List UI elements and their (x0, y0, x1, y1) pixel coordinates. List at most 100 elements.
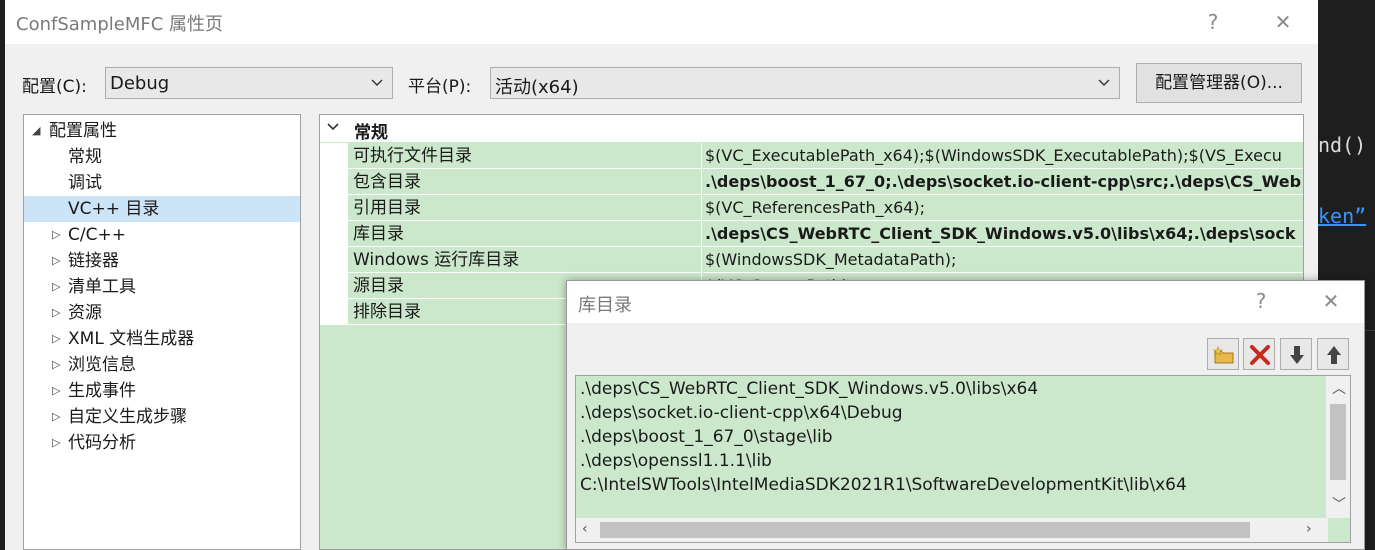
dialog-title: ConfSampleMFC 属性页 (16, 14, 223, 35)
tree-node-label: 配置属性 (49, 121, 117, 141)
category-label: 常规 (354, 123, 388, 143)
platform-label: 平台(P): (408, 77, 472, 97)
property-value[interactable]: $(VC_ExecutablePath_x64);$(WindowsSDK_Ex… (703, 143, 1303, 169)
row-gutter (320, 273, 348, 299)
dialog-titlebar: ConfSampleMFC 属性页 ? ✕ (5, 0, 1318, 44)
property-name: 引用目录 (348, 195, 702, 221)
row-gutter (320, 143, 348, 169)
property-name: Windows 运行库目录 (348, 247, 702, 273)
property-name: 包含目录 (348, 169, 702, 195)
row-gutter (320, 247, 348, 273)
list-item[interactable]: .\deps\boost_1_67_0\stage\lib (580, 427, 833, 447)
list-item[interactable]: C:\IntelSWTools\IntelMediaSDK2021R1\Soft… (580, 475, 1187, 495)
scroll-thumb[interactable] (1330, 404, 1346, 480)
tree-node-label: 代码分析 (68, 433, 136, 453)
property-value[interactable]: $(WindowsSDK_MetadataPath); (703, 247, 1303, 273)
tree-node[interactable]: ▷ XML 文档生成器 (24, 326, 300, 352)
collapsed-triangle-icon[interactable]: ▷ (52, 326, 60, 352)
tree-node-label: C/C++ (68, 225, 126, 245)
config-combo[interactable]: Debug (105, 67, 393, 99)
platform-combo[interactable]: 活动(x64) (490, 67, 1120, 99)
library-directories-dialog: 库目录 ? ✕ .\deps\CS_WebRTC_Client_SDK_Wind… (566, 280, 1365, 550)
tree-node[interactable]: 常规 (24, 144, 300, 170)
tree-node[interactable]: 调试 (24, 170, 300, 196)
code-line-link: ken” (1318, 204, 1367, 228)
tree-node-label: 自定义生成步骤 (68, 407, 187, 427)
delete-line-button[interactable] (1243, 338, 1275, 370)
tree-node-label: 资源 (68, 303, 102, 323)
collapsed-triangle-icon[interactable]: ▷ (52, 300, 60, 326)
config-manager-button[interactable]: 配置管理器(O)... (1136, 63, 1302, 103)
collapsed-triangle-icon[interactable]: ▷ (52, 378, 60, 404)
move-down-button[interactable] (1280, 338, 1312, 370)
category-row[interactable]: 常规 (320, 115, 1303, 143)
arrow-up-icon (1327, 346, 1341, 364)
help-button[interactable]: ? (1198, 8, 1228, 36)
config-label: 配置(C): (22, 77, 87, 97)
chevron-down-icon (371, 79, 383, 86)
new-folder-icon (1213, 346, 1234, 364)
arrow-down-icon (1290, 346, 1304, 364)
tree-node-label: 生成事件 (68, 381, 136, 401)
property-row[interactable]: Windows 运行库目录 $(WindowsSDK_MetadataPath); (320, 247, 1303, 273)
scroll-thumb[interactable] (600, 522, 1250, 538)
tree-node-label: 常规 (68, 147, 102, 167)
subdialog-titlebar: 库目录 ? ✕ (567, 281, 1364, 323)
collapsed-triangle-icon[interactable]: ▷ (52, 274, 60, 300)
tree-node[interactable]: ▷ 资源 (24, 300, 300, 326)
subdialog-help-button[interactable]: ? (1246, 287, 1276, 315)
row-gutter (320, 299, 348, 325)
expanded-triangle-icon: ◢ (32, 124, 41, 137)
collapsed-triangle-icon[interactable]: ▷ (52, 430, 60, 456)
tree-node-label: 浏览信息 (68, 355, 136, 375)
tree-node-label: 链接器 (68, 251, 119, 271)
list-item[interactable]: .\deps\socket.io-client-cpp\x64\Debug (580, 403, 903, 423)
property-value[interactable]: .\deps\boost_1_67_0;.\deps\socket.io-cli… (703, 169, 1303, 195)
collapsed-triangle-icon[interactable]: ▷ (52, 404, 60, 430)
close-button[interactable]: ✕ (1268, 8, 1298, 36)
subdialog-title: 库目录 (578, 295, 632, 316)
property-row[interactable]: 库目录 .\deps\CS_WebRTC_Client_SDK_Windows.v… (320, 221, 1303, 247)
tree-node-label: 清单工具 (68, 277, 136, 297)
tree-node-label: 调试 (68, 173, 102, 193)
tree-node[interactable]: ▷ 浏览信息 (24, 352, 300, 378)
tree-root-node[interactable]: ◢ 配置属性 (24, 118, 300, 144)
property-name: 库目录 (348, 221, 702, 247)
vertical-scrollbar[interactable]: ︿ ﹀ (1326, 376, 1350, 518)
row-gutter (320, 221, 348, 247)
tree-node[interactable]: ▷ C/C++ (24, 222, 300, 248)
property-value[interactable]: $(VC_ReferencesPath_x64); (703, 195, 1303, 221)
subdialog-close-button[interactable]: ✕ (1316, 287, 1346, 315)
tree-node-label: VC++ 目录 (68, 199, 160, 219)
property-row[interactable]: 引用目录 $(VC_ReferencesPath_x64); (320, 195, 1303, 221)
chevron-down-icon[interactable]: ﹀ (1332, 494, 1346, 514)
chevron-down-icon (1098, 79, 1110, 86)
chevron-up-icon[interactable]: ︿ (1332, 378, 1346, 398)
collapsed-triangle-icon[interactable]: ▷ (52, 222, 60, 248)
new-line-button[interactable] (1207, 338, 1239, 370)
tree-node[interactable]: ▷ 清单工具 (24, 274, 300, 300)
tree-node[interactable]: ▷ 代码分析 (24, 430, 300, 456)
tree-node[interactable]: VC++ 目录 (24, 196, 300, 222)
list-item[interactable]: .\deps\CS_WebRTC_Client_SDK_Windows.v5.0… (580, 379, 1038, 399)
tree-node[interactable]: ▷ 链接器 (24, 248, 300, 274)
collapsed-triangle-icon[interactable]: ▷ (52, 352, 60, 378)
platform-combo-value: 活动(x64) (495, 77, 579, 98)
row-gutter (320, 169, 348, 195)
chevron-down-icon (327, 123, 339, 131)
horizontal-scrollbar[interactable]: ‹ › (576, 518, 1328, 542)
tree-node[interactable]: ▷ 生成事件 (24, 378, 300, 404)
list-item[interactable]: .\deps\openssl1.1.1\lib (580, 451, 772, 471)
chevron-left-icon[interactable]: ‹ (582, 521, 588, 537)
tree-node-label: XML 文档生成器 (68, 329, 195, 349)
chevron-right-icon[interactable]: › (1306, 521, 1312, 537)
delete-x-icon (1250, 345, 1270, 365)
tree-node[interactable]: ▷ 自定义生成步骤 (24, 404, 300, 430)
code-line: nd() (1318, 133, 1367, 157)
property-row[interactable]: 包含目录 .\deps\boost_1_67_0;.\deps\socket.io… (320, 169, 1303, 195)
directory-list[interactable]: .\deps\CS_WebRTC_Client_SDK_Windows.v5.0… (575, 375, 1351, 543)
property-value[interactable]: .\deps\CS_WebRTC_Client_SDK_Windows.v5.0… (703, 221, 1303, 247)
property-row[interactable]: 可执行文件目录 $(VC_ExecutablePath_x64);$(Window… (320, 143, 1303, 169)
collapsed-triangle-icon[interactable]: ▷ (52, 248, 60, 274)
move-up-button[interactable] (1317, 338, 1349, 370)
